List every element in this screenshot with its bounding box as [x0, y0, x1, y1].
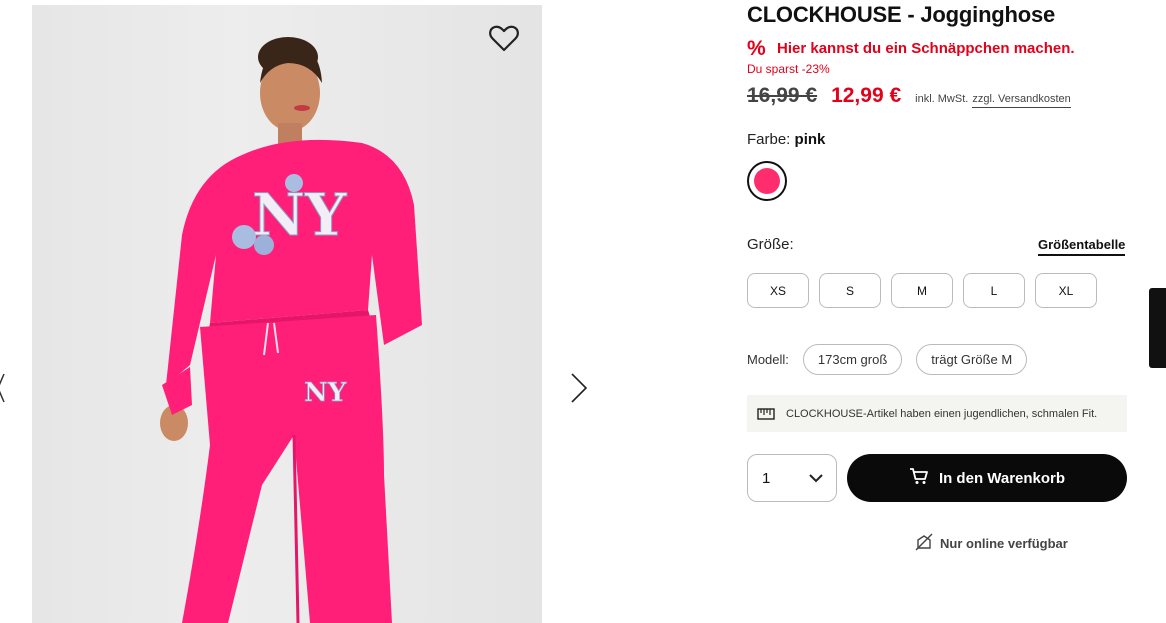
color-label-text: Farbe:	[747, 131, 791, 148]
product-title: CLOCKHOUSE - Jogginghose	[747, 2, 1056, 27]
availability-note: Nur online verfügbar	[915, 533, 1068, 554]
cart-icon	[909, 467, 939, 489]
model-height-chip: 173cm groß	[802, 344, 903, 375]
size-button-xl[interactable]: XL	[1035, 273, 1097, 308]
size-button-s[interactable]: S	[819, 273, 881, 308]
color-swatch-pink[interactable]	[747, 161, 787, 201]
model-size-chip: trägt Größe M	[916, 344, 1028, 375]
chevron-right-icon[interactable]	[566, 368, 590, 408]
size-label: Größe:	[747, 236, 794, 253]
chevron-down-icon	[808, 470, 824, 487]
no-store-icon	[915, 533, 940, 554]
ruler-icon	[757, 407, 775, 421]
size-button-m[interactable]: M	[891, 273, 953, 308]
shipping-link[interactable]: zzgl. Versandkosten	[972, 93, 1071, 108]
deal-text: Hier kannst du ein Schnäppchen machen.	[777, 40, 1075, 57]
size-button-l[interactable]: L	[963, 273, 1025, 308]
new-price: 12,99 €	[831, 84, 902, 107]
feedback-tab[interactable]	[1149, 288, 1166, 368]
chevron-left-icon[interactable]	[0, 368, 6, 408]
add-to-cart-label: In den Warenkorb	[938, 469, 1066, 487]
size-options: XS S M L XL	[747, 273, 1097, 308]
svg-text:NY: NY	[304, 378, 347, 408]
deal-banner: % Hier kannst du ein Schnäppchen machen.	[747, 38, 1075, 59]
model-label: Modell:	[747, 352, 789, 367]
model-photo: NY NY	[160, 37, 422, 623]
vat-text: inkl. MwSt.	[915, 93, 969, 105]
model-info: Modell: 173cm groß trägt Größe M	[747, 344, 1041, 375]
heart-icon[interactable]	[488, 23, 520, 53]
old-price: 16,99 €	[747, 84, 818, 107]
availability-text: Nur online verfügbar	[940, 536, 1068, 551]
product-page: NY NY CLOCKHOUSE - Jogginghose % Hier ka…	[0, 0, 1166, 623]
fit-note: CLOCKHOUSE-Artikel haben einen jugendlic…	[747, 395, 1127, 432]
price-row: 16,99 € 12,99 € inkl. MwSt. zzgl. Versan…	[747, 84, 1071, 108]
quantity-value: 1	[762, 469, 771, 487]
swatch-dot	[754, 168, 780, 194]
quantity-select[interactable]: 1	[747, 454, 837, 502]
add-to-cart-button[interactable]: In den Warenkorb	[847, 454, 1127, 502]
size-chart-link[interactable]: Größentabelle	[1038, 237, 1126, 256]
fit-note-text: CLOCKHOUSE-Artikel haben einen jugendlic…	[786, 407, 1098, 420]
product-image[interactable]: NY NY	[32, 5, 542, 623]
percent-icon: %	[747, 37, 766, 60]
color-value: pink	[794, 131, 826, 148]
size-button-xs[interactable]: XS	[747, 273, 809, 308]
color-label: Farbe: pink	[747, 131, 825, 148]
savings-text: Du sparst -23%	[747, 62, 830, 76]
